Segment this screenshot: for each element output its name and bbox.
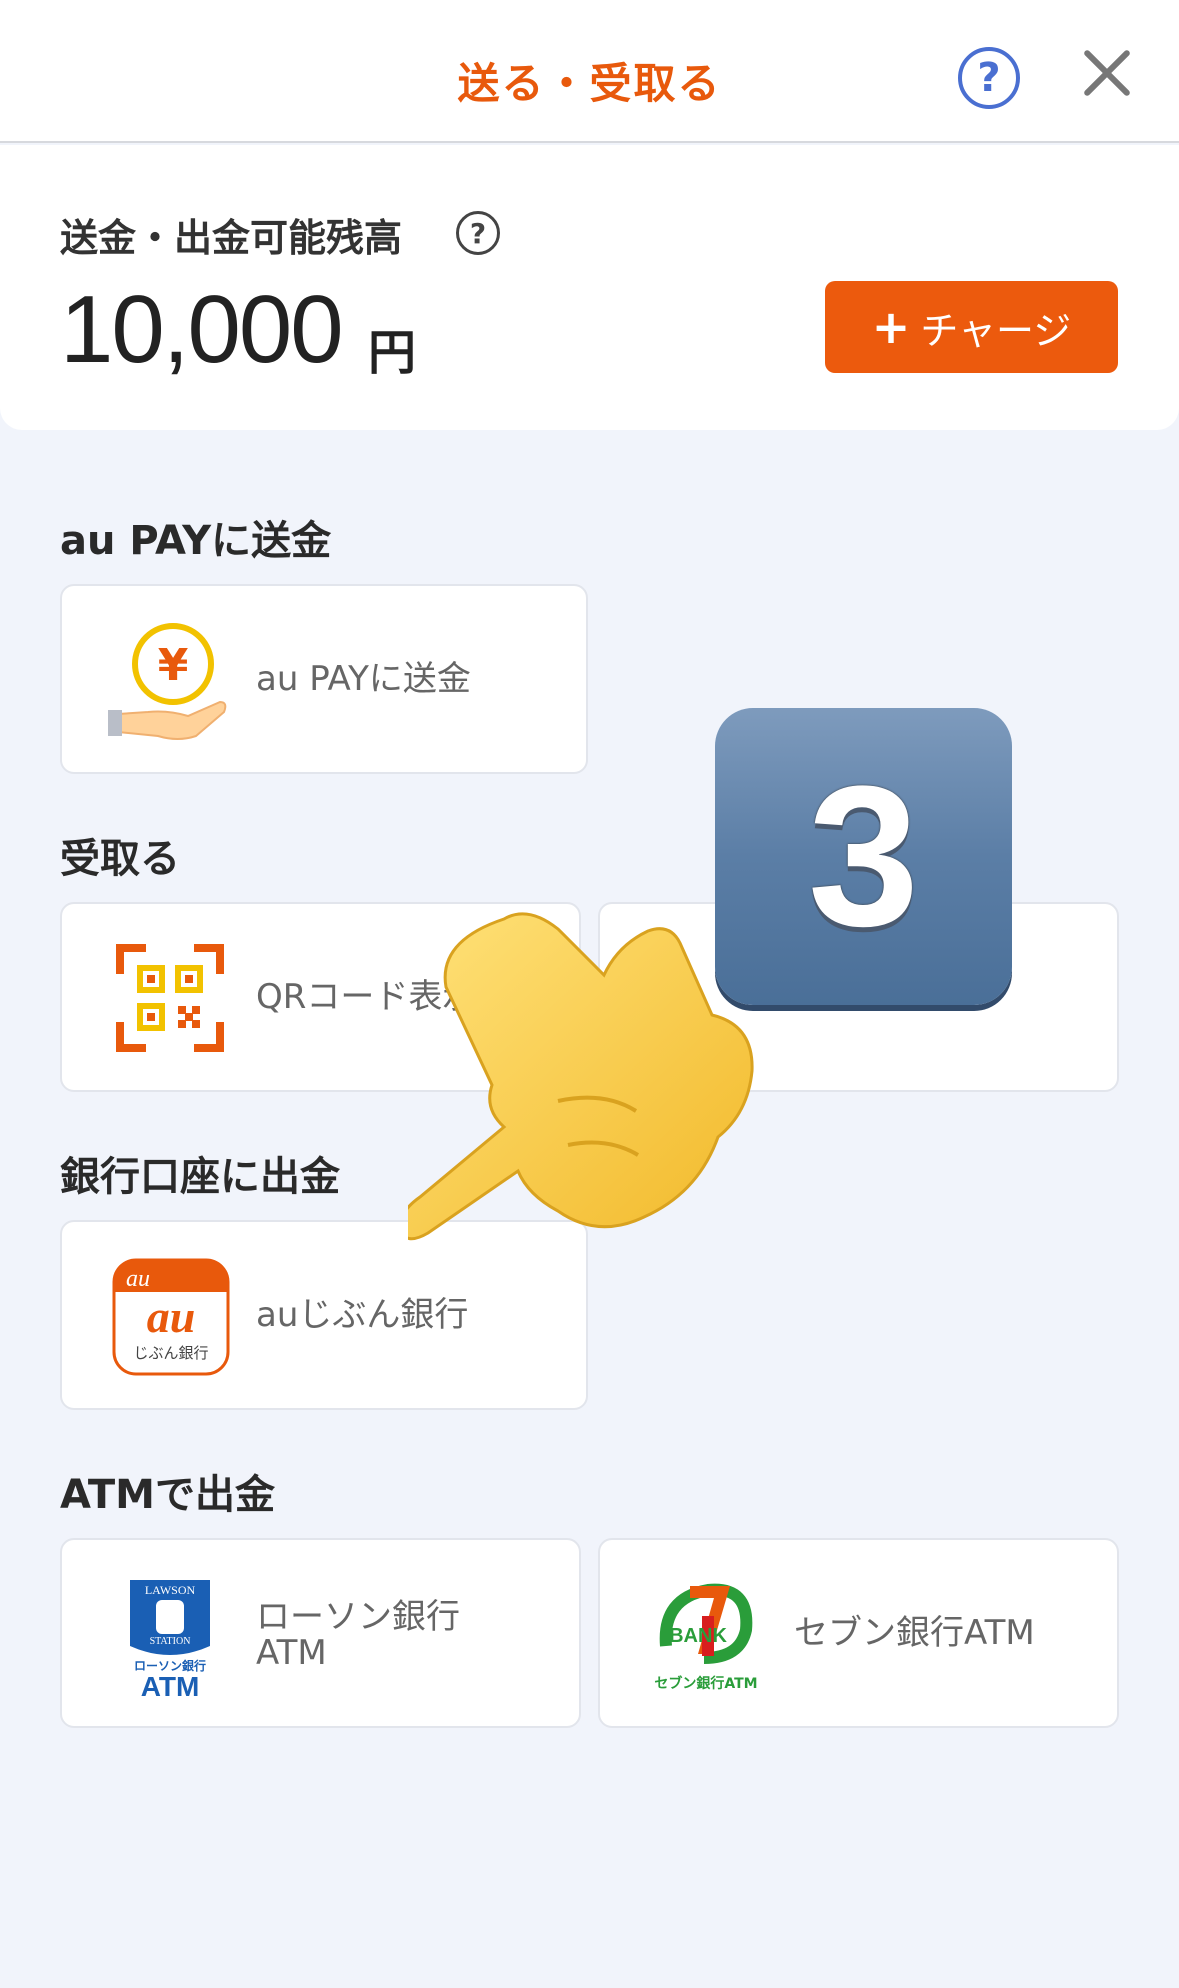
balance-help-icon[interactable]: ? [456,211,500,255]
seven-bank-atm-card[interactable]: BANK セブン銀行ATM セブン銀行ATM [598,1538,1119,1728]
seven-bank-logo: BANK セブン銀行ATM [654,1583,758,1692]
coin-hand-icon: ¥ [108,623,227,740]
svg-text:au: au [126,1266,150,1292]
lawson-bank-logo: LAWSON STATION ローソン銀行 ATM [130,1580,210,1700]
help-button[interactable]: ? [958,47,1020,109]
step-number-badge: 3 [715,708,1012,1005]
charge-button-label: チャージ [920,308,1072,353]
plus-icon: + [871,300,911,354]
au-jibun-bank-label: auじぶん銀行 [256,1295,469,1335]
seven-bank-atm-label: セブン銀行ATM [794,1613,1035,1653]
svg-text:セブン銀行ATM: セブン銀行ATM [654,1675,757,1692]
svg-text:じぶん銀行: じぶん銀行 [133,1344,208,1362]
header-bar: 送る・受取る ? [0,0,1179,143]
balance-label: 送金・出金可能残高 [60,216,403,260]
au-jibun-bank-logo: au au じぶん銀行 [112,1258,230,1376]
section-title-send: au PAYに送金 [60,518,332,564]
section-title-bank: 銀行口座に出金 [60,1154,340,1200]
svg-text:STATION: STATION [150,1636,191,1647]
svg-text:¥: ¥ [158,640,189,691]
section-title-receive: 受取る [60,836,180,882]
charge-button[interactable]: + チャージ [825,281,1118,373]
svg-text:LAWSON: LAWSON [145,1583,196,1597]
send-au-pay-label: au PAYに送金 [256,659,471,699]
section-title-atm: ATMで出金 [60,1472,275,1518]
send-au-pay-card[interactable]: ¥ au PAYに送金 [60,584,588,774]
balance-amount: 10,000 [60,276,344,383]
lawson-atm-label-line2: ATM [256,1633,327,1673]
qr-code-icon [116,944,224,1052]
svg-text:BANK: BANK [669,1625,727,1647]
balance-card: 送金・出金可能残高 ? 10,000 円 + チャージ [0,145,1179,430]
lawson-atm-label-line1: ローソン銀行 [256,1597,460,1637]
lawson-atm-card[interactable]: LAWSON STATION ローソン銀行 ATM ローソン銀行 ATM [60,1538,581,1728]
balance-unit: 円 [368,325,417,381]
svg-text:au: au [147,1291,196,1342]
close-icon[interactable] [1082,48,1132,98]
step-number: 3 [807,744,920,968]
svg-text:ATM: ATM [141,1671,200,1700]
